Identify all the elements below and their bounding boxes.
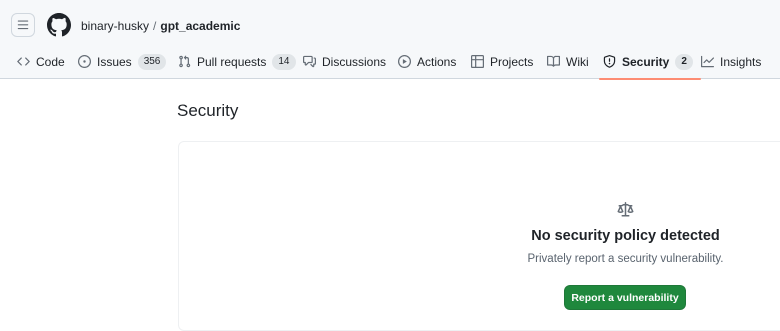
tab-actions[interactable]: Actions — [398, 44, 456, 79]
tab-issues[interactable]: Issues 356 — [78, 44, 167, 79]
graph-icon — [701, 55, 714, 68]
tab-discussions-label: Discussions — [322, 54, 387, 69]
book-icon — [547, 55, 560, 67]
tab-issues-label: Issues — [97, 54, 132, 69]
tab-insights-label: Insights — [720, 54, 762, 69]
tab-code[interactable]: Code — [17, 44, 65, 79]
shield-icon — [603, 55, 616, 68]
tab-pull-requests-label: Pull requests — [197, 54, 267, 69]
blankslate-title: No security policy detected — [531, 228, 720, 244]
hamburger-menu-button[interactable] — [11, 13, 35, 37]
git-pull-request-icon — [179, 55, 191, 68]
tab-code-label: Code — [36, 54, 65, 69]
tab-projects[interactable]: Projects — [471, 44, 533, 79]
tab-actions-label: Actions — [417, 54, 457, 69]
repo-owner-link[interactable]: binary-husky — [81, 19, 149, 33]
play-icon — [398, 55, 411, 68]
table-icon — [471, 55, 484, 68]
breadcrumb-separator: / — [153, 19, 157, 33]
repo-name-link[interactable]: gpt_academic — [160, 19, 240, 33]
tab-discussions[interactable]: Discussions — [303, 44, 386, 79]
tab-security[interactable]: Security 2 — [599, 44, 701, 80]
tab-pull-requests[interactable]: Pull requests 14 — [178, 44, 296, 79]
comment-discussion-icon — [303, 55, 316, 68]
tab-projects-label: Projects — [490, 54, 534, 69]
repo-header: binary-husky / gpt_academic Code Issues 35… — [0, 0, 780, 80]
issues-count-badge: 356 — [137, 53, 167, 70]
law-icon — [617, 202, 634, 217]
issue-opened-icon — [78, 55, 91, 68]
breadcrumb: binary-husky / gpt_academic — [81, 18, 240, 34]
tab-wiki[interactable]: Wiki — [547, 44, 589, 79]
page-title: Security — [177, 101, 239, 120]
security-count-badge: 2 — [675, 53, 693, 70]
blankslate-description: Privately report a security vulnerabilit… — [527, 253, 724, 265]
report-vulnerability-button[interactable]: Report a vulnerability — [564, 285, 686, 310]
github-logo-icon[interactable] — [47, 13, 71, 37]
three-bars-icon — [17, 20, 29, 30]
pull-requests-count-badge: 14 — [272, 53, 296, 70]
tab-wiki-label: Wiki — [566, 54, 589, 69]
tab-security-label: Security — [622, 54, 670, 69]
tab-insights[interactable]: Insights — [701, 44, 761, 79]
security-policy-blankslate: No security policy detected Privately re… — [178, 141, 780, 331]
code-icon — [17, 57, 30, 66]
